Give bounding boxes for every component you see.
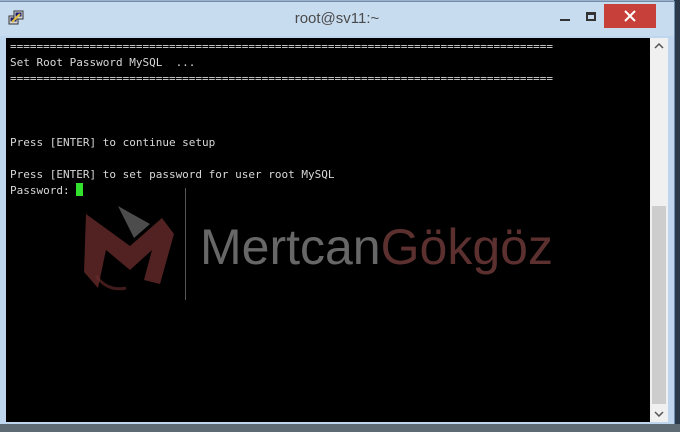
scroll-thumb[interactable]	[652, 206, 666, 404]
terminal-output: ========================================…	[10, 39, 553, 199]
maximize-icon	[586, 11, 596, 21]
chevron-up-icon	[654, 43, 664, 49]
minimize-button[interactable]	[552, 4, 578, 28]
watermark-divider	[185, 188, 186, 300]
taskbar-edge	[0, 424, 680, 432]
close-icon	[624, 10, 636, 22]
terminal-line: ========================================…	[10, 72, 554, 85]
desktop-edge	[674, 0, 680, 432]
close-button[interactable]	[604, 4, 656, 28]
watermark-name-first: Mertcan	[200, 219, 381, 275]
scroll-down-button[interactable]	[650, 406, 668, 422]
chevron-down-icon	[654, 411, 664, 417]
terminal-line: Press [ENTER] to set password for user r…	[10, 168, 335, 181]
terminal-line: Press [ENTER] to continue setup	[10, 136, 216, 149]
putty-window: root@sv11:~ ============================…	[0, 2, 674, 430]
vertical-scrollbar[interactable]	[650, 38, 668, 422]
watermark-logo-icon	[84, 206, 174, 291]
watermark-text: MertcanGökgöz	[200, 218, 553, 276]
terminal-line: ========================================…	[10, 40, 554, 53]
watermark-name-last: Gökgöz	[380, 219, 553, 275]
scroll-up-button[interactable]	[650, 38, 668, 54]
minimize-icon	[560, 19, 570, 21]
title-bar[interactable]: root@sv11:~	[0, 2, 674, 36]
password-prompt: Password:	[10, 184, 77, 197]
terminal-area[interactable]: ========================================…	[6, 38, 650, 422]
terminal-line: Set Root Password MySQL ...	[10, 56, 196, 69]
maximize-button[interactable]	[578, 4, 604, 28]
